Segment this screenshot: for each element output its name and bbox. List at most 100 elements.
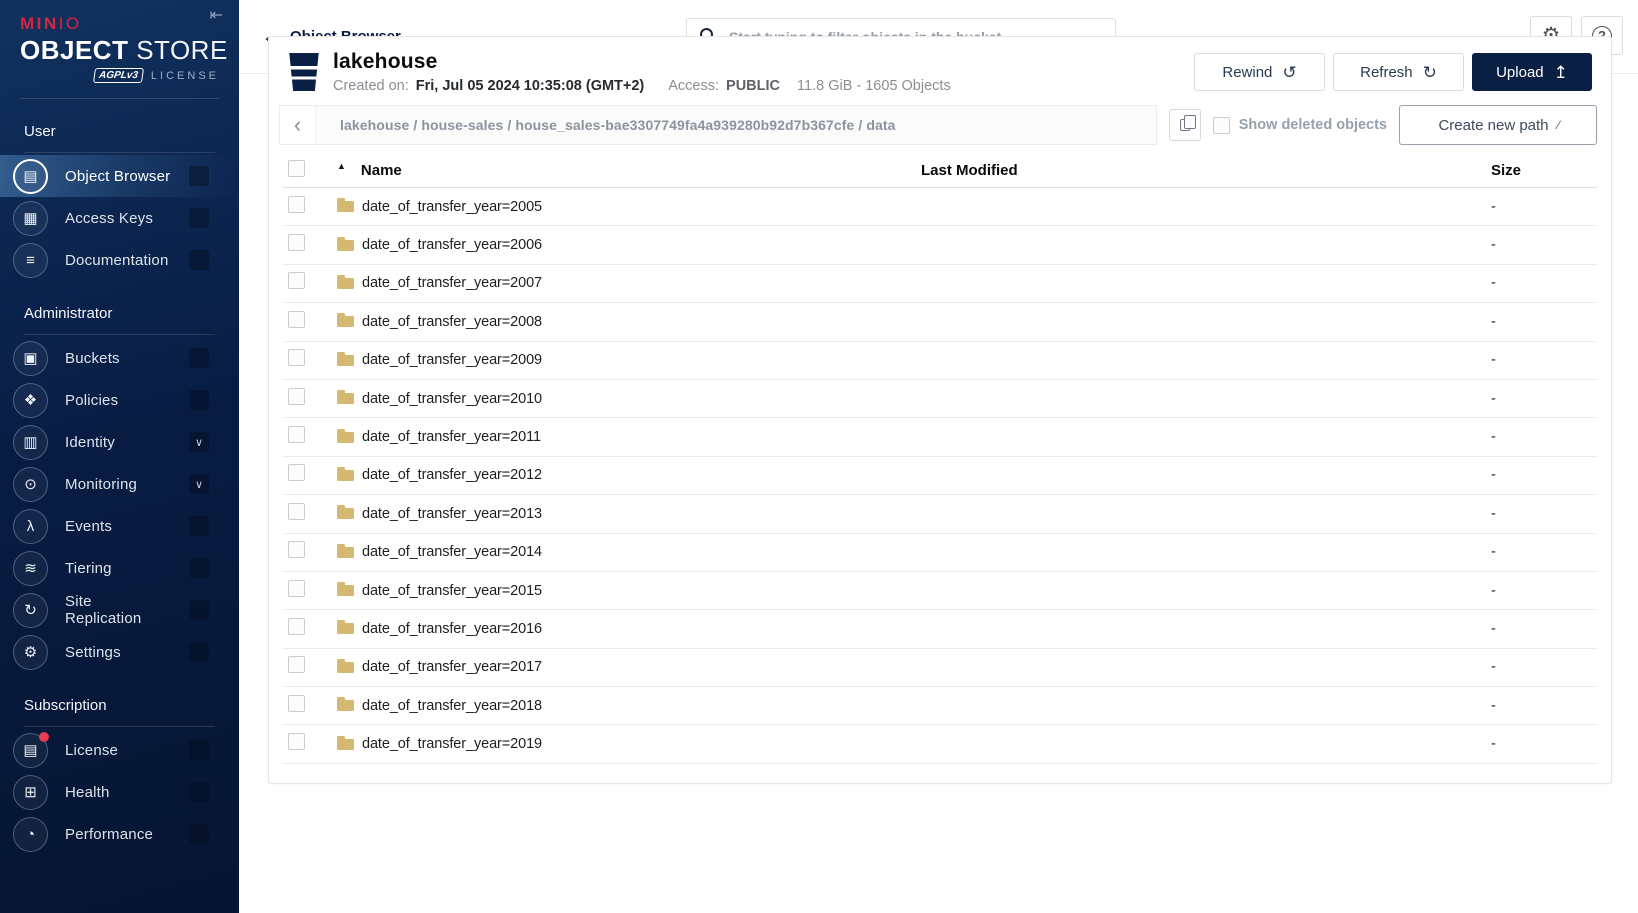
row-checkbox[interactable] <box>288 311 305 328</box>
chevron-down-icon[interactable] <box>189 600 209 620</box>
object-name[interactable]: date_of_transfer_year=2016 <box>362 621 542 637</box>
object-name[interactable]: date_of_transfer_year=2017 <box>362 659 542 675</box>
row-checkbox[interactable] <box>288 349 305 366</box>
brand-wordmark: MINIO <box>20 14 219 34</box>
breadcrumb-path[interactable]: lakehouse / house-sales / house_sales-ba… <box>316 117 896 133</box>
object-name[interactable]: date_of_transfer_year=2011 <box>362 429 541 445</box>
row-checkbox[interactable] <box>288 580 305 597</box>
table-row[interactable]: date_of_transfer_year=2010 - <box>283 380 1597 418</box>
select-all-checkbox[interactable] <box>288 160 305 177</box>
object-name[interactable]: date_of_transfer_year=2009 <box>362 352 542 368</box>
sidebar-item-label: Documentation <box>65 252 169 269</box>
site-replication-icon: ↻ <box>13 593 48 628</box>
chevron-down-icon[interactable] <box>189 166 209 186</box>
folder-icon <box>337 547 354 558</box>
sidebar-item-settings[interactable]: ⚙ Settings <box>0 631 239 673</box>
chevron-down-icon[interactable] <box>189 740 209 760</box>
row-checkbox[interactable] <box>288 426 305 443</box>
chevron-down-icon[interactable] <box>189 390 209 410</box>
chevron-down-icon[interactable] <box>189 782 209 802</box>
column-header-last-modified[interactable]: Last Modified <box>921 162 1491 179</box>
object-name[interactable]: date_of_transfer_year=2006 <box>362 237 542 253</box>
table-row[interactable]: date_of_transfer_year=2008 - <box>283 303 1597 341</box>
table-row[interactable]: date_of_transfer_year=2014 - <box>283 534 1597 572</box>
row-checkbox[interactable] <box>288 695 305 712</box>
rewind-button[interactable]: Rewind ↺ <box>1194 53 1325 91</box>
table-row[interactable]: date_of_transfer_year=2012 - <box>283 457 1597 495</box>
object-name[interactable]: date_of_transfer_year=2010 <box>362 391 542 407</box>
object-name[interactable]: date_of_transfer_year=2005 <box>362 199 542 215</box>
object-name[interactable]: date_of_transfer_year=2019 <box>362 736 542 752</box>
chevron-down-icon[interactable] <box>189 824 209 844</box>
object-name[interactable]: date_of_transfer_year=2015 <box>362 583 542 599</box>
table-row[interactable]: date_of_transfer_year=2005 - <box>283 188 1597 226</box>
chevron-down-icon[interactable] <box>189 208 209 228</box>
sidebar-item-health[interactable]: ⊞ Health <box>0 771 239 813</box>
sidebar-item-site-replication[interactable]: ↻ Site Replication <box>0 589 239 631</box>
row-checkbox[interactable] <box>288 388 305 405</box>
sidebar-item-access-keys[interactable]: ▦ Access Keys <box>0 197 239 239</box>
sidebar-item-performance[interactable]: ◔ Performance <box>0 813 239 855</box>
folder-icon <box>337 355 354 366</box>
chevron-down-icon[interactable] <box>189 558 209 578</box>
folder-icon <box>337 432 354 443</box>
chevron-down-icon[interactable]: ∨ <box>189 432 209 452</box>
table-row[interactable]: date_of_transfer_year=2006 - <box>283 226 1597 264</box>
table-row[interactable]: date_of_transfer_year=2019 - <box>283 725 1597 763</box>
table-row[interactable]: date_of_transfer_year=2013 - <box>283 495 1597 533</box>
table-row[interactable]: date_of_transfer_year=2009 - <box>283 342 1597 380</box>
sidebar-item-buckets[interactable]: ▣ Buckets <box>0 337 239 379</box>
object-name[interactable]: date_of_transfer_year=2018 <box>362 698 542 714</box>
table-row[interactable]: date_of_transfer_year=2016 - <box>283 610 1597 648</box>
object-name[interactable]: date_of_transfer_year=2012 <box>362 467 542 483</box>
sidebar-item-events[interactable]: λ Events <box>0 505 239 547</box>
object-name[interactable]: date_of_transfer_year=2014 <box>362 544 542 560</box>
row-checkbox[interactable] <box>288 656 305 673</box>
object-name[interactable]: date_of_transfer_year=2013 <box>362 506 542 522</box>
chevron-down-icon[interactable] <box>189 250 209 270</box>
column-header-name[interactable]: ▲ Name <box>329 162 921 179</box>
create-new-path-button[interactable]: Create new path ∕∕ <box>1399 105 1597 145</box>
show-deleted-checkbox[interactable] <box>1213 117 1230 134</box>
folder-icon <box>337 585 354 596</box>
table-row[interactable]: date_of_transfer_year=2017 - <box>283 649 1597 687</box>
chevron-down-icon[interactable] <box>189 642 209 662</box>
chevron-down-icon[interactable]: ∨ <box>189 474 209 494</box>
row-checkbox[interactable] <box>288 618 305 635</box>
sidebar-item-monitoring[interactable]: ⊙ Monitoring ∨ <box>0 463 239 505</box>
sidebar-section-user: User <box>24 123 215 140</box>
row-checkbox[interactable] <box>288 234 305 251</box>
access-label: Access: <box>668 78 719 94</box>
object-name[interactable]: date_of_transfer_year=2008 <box>362 314 542 330</box>
collapse-sidebar-icon[interactable]: ⇤ <box>210 5 223 25</box>
row-checkbox[interactable] <box>288 733 305 750</box>
chevron-down-icon[interactable] <box>189 516 209 536</box>
sidebar-item-license[interactable]: ▤ License <box>0 729 239 771</box>
row-checkbox[interactable] <box>288 196 305 213</box>
sidebar-item-label: Health <box>65 784 110 801</box>
chevron-down-icon[interactable] <box>189 348 209 368</box>
copy-icon <box>1180 119 1190 131</box>
row-checkbox[interactable] <box>288 464 305 481</box>
refresh-button[interactable]: Refresh ↻ <box>1333 53 1464 91</box>
path-back-button[interactable]: ‹ <box>280 106 316 144</box>
table-row[interactable]: date_of_transfer_year=2011 - <box>283 418 1597 456</box>
table-row[interactable]: date_of_transfer_year=2007 - <box>283 265 1597 303</box>
row-checkbox[interactable] <box>288 272 305 289</box>
column-header-size[interactable]: Size <box>1491 162 1597 179</box>
sidebar-item-object-browser[interactable]: ▤ Object Browser <box>0 155 239 197</box>
sidebar-item-policies[interactable]: ❖ Policies <box>0 379 239 421</box>
agpl-badge: AGPLv3 <box>93 68 144 83</box>
upload-button[interactable]: Upload ↥ <box>1472 53 1592 91</box>
sidebar-item-documentation[interactable]: ≡ Documentation <box>0 239 239 281</box>
table-row[interactable]: date_of_transfer_year=2018 - <box>283 687 1597 725</box>
copy-path-button[interactable] <box>1169 109 1201 141</box>
object-name[interactable]: date_of_transfer_year=2007 <box>362 275 542 291</box>
table-row[interactable]: date_of_transfer_year=2015 - <box>283 572 1597 610</box>
sidebar-item-label: Object Browser <box>65 168 170 185</box>
sidebar-item-tiering[interactable]: ≋ Tiering <box>0 547 239 589</box>
row-checkbox[interactable] <box>288 541 305 558</box>
breadcrumb: ‹ lakehouse / house-sales / house_sales-… <box>279 105 1157 145</box>
row-checkbox[interactable] <box>288 503 305 520</box>
sidebar-item-identity[interactable]: ▥ Identity ∨ <box>0 421 239 463</box>
